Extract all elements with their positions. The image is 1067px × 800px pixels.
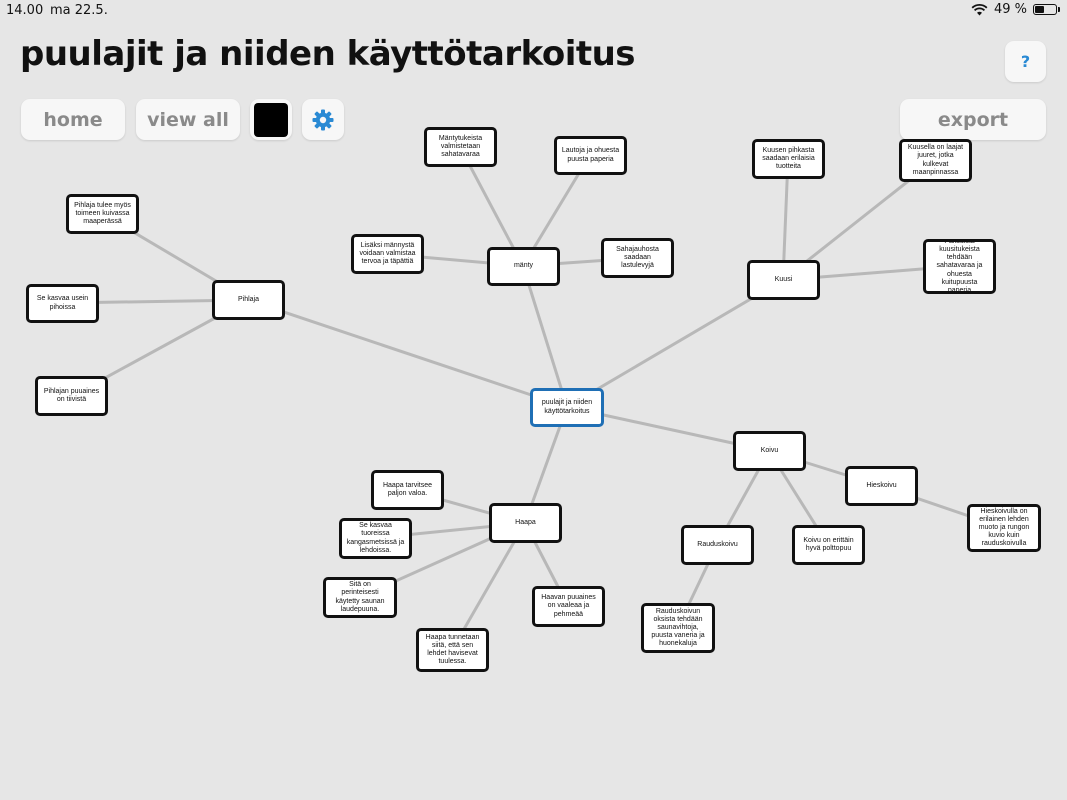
node-haapa-valo[interactable]: Haapa tarvitsee paljon valoa.: [371, 470, 444, 510]
node-haapa-laude[interactable]: Sitä on perinteisesti käytetty saunan la…: [323, 577, 397, 618]
node-haapa-lehdet[interactable]: Haapa tunnetaan siitä, että sen lehdet h…: [416, 628, 489, 672]
node-koivu-polttopuu[interactable]: Koivu on erittäin hyvä polttopuu: [792, 525, 865, 565]
node-kuusi-juuret[interactable]: Kuusella on laajat juuret, jotka kulkeva…: [899, 139, 972, 182]
node-manty[interactable]: mänty: [487, 247, 560, 286]
edge-center-manty: [521, 264, 569, 409]
node-haapa-puuaines[interactable]: Haavan puuaines on vaaleaa ja pehmeää: [532, 586, 605, 627]
node-manty-paperi[interactable]: Lautoja ja ohuesta puusta paperia: [554, 136, 627, 175]
node-pihlaja-pihoissa[interactable]: Se kasvaa usein pihoissa: [26, 284, 99, 323]
node-haapa-kangasmetsa[interactable]: Se kasvaa tuoreissa kangasmetsissä ja le…: [339, 518, 412, 559]
node-koivu[interactable]: Koivu: [733, 431, 806, 471]
node-haapa[interactable]: Haapa: [489, 503, 562, 543]
node-hieskoivu[interactable]: Hieskoivu: [845, 466, 918, 506]
node-manty-lastulevy[interactable]: Sahajauhosta saadaan lastulevyjä: [601, 238, 674, 278]
node-rauduskoivu-note[interactable]: Rauduskoivun oksista tehdään saunavihtoj…: [641, 603, 715, 653]
node-pihlaja[interactable]: Pihlaja: [212, 280, 285, 320]
node-pihlaja-puuaines[interactable]: Pihlajan puuaines on tiivistä: [35, 376, 108, 416]
node-kuusi-sahatavara[interactable]: Paksuista kuusitukeista tehdään sahatava…: [923, 239, 996, 294]
node-manty-terva[interactable]: Lisäksi männystä voidaan valmistaa tervo…: [351, 234, 424, 274]
node-manty-sahatavara[interactable]: Mäntytukeista valmistetaan sahatavaraa: [424, 127, 497, 167]
edge-center-pihlaja: [246, 298, 569, 409]
node-rauduskoivu[interactable]: Rauduskoivu: [681, 525, 754, 565]
mindmap-center-node[interactable]: puulajit ja niiden käyttötarkoitus: [530, 388, 604, 427]
node-pihlaja-kuiva[interactable]: Pihlaja tulee myös toimeen kuivassa maap…: [66, 194, 139, 234]
node-kuusi-pihka[interactable]: Kuusen pihkasta saadaan erilaisia tuotte…: [752, 139, 825, 179]
node-kuusi[interactable]: Kuusi: [747, 260, 820, 300]
node-hieskoivu-note[interactable]: Hieskoivulla on erilainen lehden muoto j…: [967, 504, 1041, 552]
